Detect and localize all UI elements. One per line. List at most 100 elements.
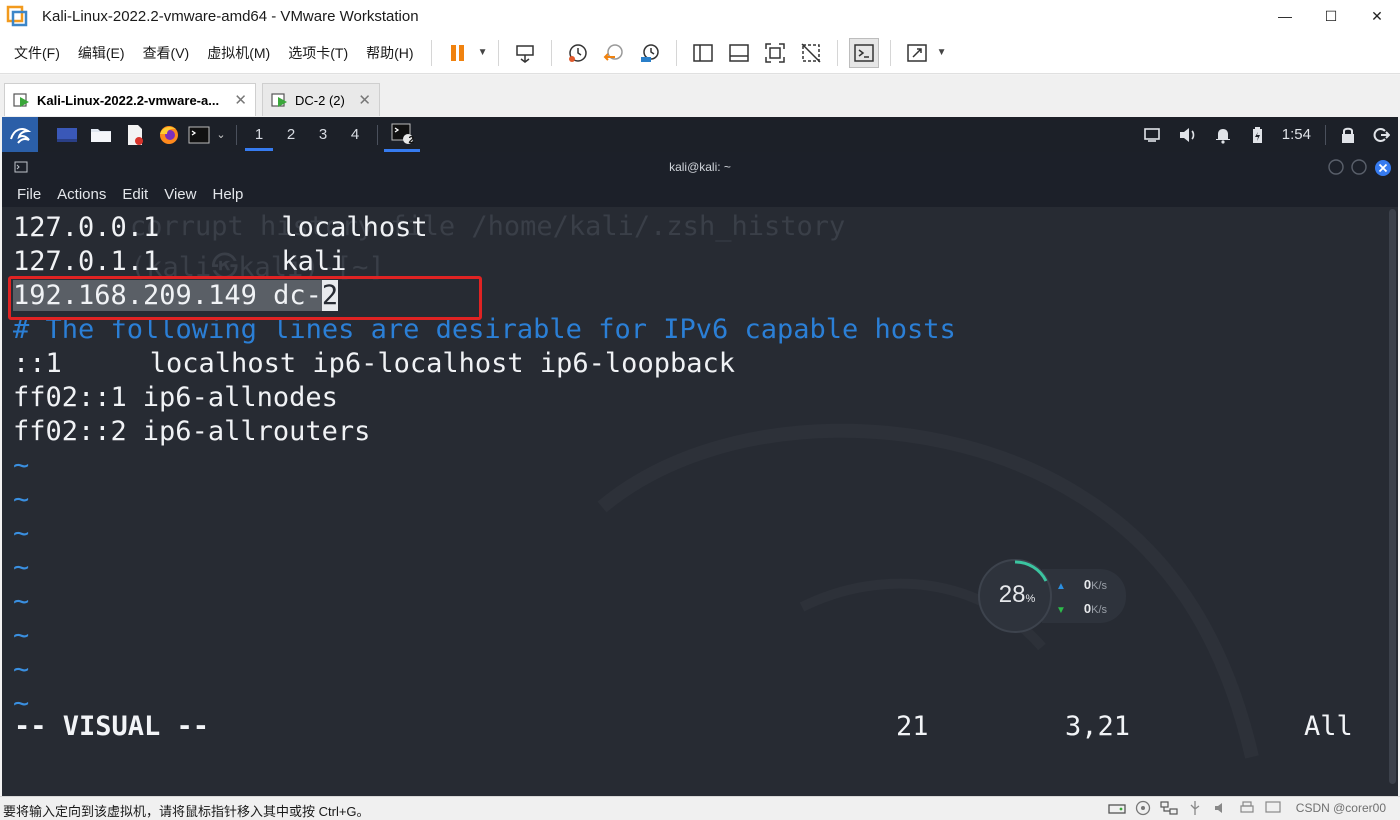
taskbar-terminal-window[interactable]: 2 — [384, 117, 420, 152]
tab-dc-2[interactable]: DC-2 (2) ✕ — [262, 83, 380, 116]
snapshot-button[interactable] — [563, 38, 593, 68]
close-window-button[interactable]: ✕ — [1354, 0, 1400, 32]
menu-view[interactable]: 查看(V) — [134, 43, 199, 63]
network-adapter-icon[interactable] — [1160, 800, 1178, 816]
lock-screen-button[interactable] — [1332, 117, 1364, 152]
file-manager-button[interactable] — [84, 117, 118, 152]
display-settings-button[interactable] — [1134, 117, 1170, 152]
snapshot-manager-button[interactable] — [635, 38, 665, 68]
show-desktop-button[interactable] — [50, 117, 84, 152]
display-icon[interactable] — [1264, 800, 1282, 816]
menubar: 文件(F) 编辑(E) 查看(V) 虚拟机(M) 选项卡(T) 帮助(H) ▼ — [0, 32, 1400, 74]
cd-rom-icon[interactable] — [1134, 800, 1152, 816]
lock-icon — [1342, 127, 1354, 143]
toolbar-divider — [889, 39, 891, 66]
window-titlebar: Kali-Linux-2022.2-vmware-amd64 - VMware … — [0, 0, 1400, 32]
terminal-count-badge: 2 — [408, 135, 414, 146]
close-tab-icon[interactable]: ✕ — [234, 91, 247, 109]
maximize-button[interactable]: ☐ — [1308, 0, 1354, 32]
logout-button[interactable] — [1364, 117, 1398, 152]
menu-file[interactable]: 文件(F) — [0, 43, 69, 63]
terminal-menu-actions[interactable]: Actions — [57, 186, 106, 203]
terminal-body[interactable]: corrupt history file /home/kali/.zsh_his… — [2, 207, 1398, 796]
download-arrow-icon: ▼ — [1056, 605, 1066, 616]
vim-empty-line-tilde: ~ — [13, 620, 30, 651]
power-dropdown-arrow[interactable]: ▼ — [476, 47, 490, 58]
stretch-dropdown-arrow[interactable]: ▼ — [935, 47, 949, 58]
snapshot-clock-icon — [568, 43, 587, 62]
terminal-launcher-button[interactable] — [186, 117, 212, 152]
speaker-icon — [1179, 127, 1195, 142]
hosts-ip: 127.0.1.1 — [13, 246, 160, 277]
terminal-menu-help[interactable]: Help — [212, 186, 243, 203]
console-view-button[interactable] — [848, 37, 879, 68]
close-tab-icon[interactable]: ✕ — [358, 91, 371, 109]
terminal-minimize-button[interactable] — [1328, 159, 1344, 175]
vm-display[interactable]: ⌄ 1 2 3 4 2 1:54 kali@kali: ~ File Actio… — [2, 117, 1398, 796]
vim-empty-line-tilde: ~ — [13, 552, 30, 583]
full-screen-button[interactable] — [760, 38, 790, 68]
send-ctrl-alt-del-button[interactable] — [510, 38, 540, 68]
upload-arrow-icon: ▲ — [1056, 581, 1066, 592]
unity-disabled-icon — [801, 42, 821, 63]
vm-running-icon — [271, 93, 287, 107]
volume-button[interactable] — [1170, 117, 1206, 152]
toolbar-divider — [675, 39, 677, 66]
menu-tabs[interactable]: 选项卡(T) — [279, 43, 357, 63]
notifications-button[interactable] — [1206, 117, 1240, 152]
vim-scroll-indicator: All — [1304, 711, 1353, 742]
vm-tabbar: Kali-Linux-2022.2-vmware-a... ✕ DC-2 (2)… — [0, 75, 1400, 117]
stretch-guest-button[interactable] — [902, 38, 932, 68]
terminal-close-button[interactable] — [1374, 159, 1392, 177]
vim-empty-line-tilde: ~ — [13, 450, 30, 481]
minimize-button[interactable]: — — [1262, 0, 1308, 32]
tab-label: DC-2 (2) — [295, 92, 345, 108]
hosts-line: ::1 localhost ip6-localhost ip6-loopback — [13, 347, 735, 381]
menu-help[interactable]: 帮助(H) — [357, 43, 422, 63]
revert-snapshot-button[interactable] — [599, 38, 629, 68]
firefox-icon — [160, 125, 178, 144]
workspace-2[interactable]: 2 — [275, 117, 307, 152]
show-thumbnail-bar-button[interactable] — [724, 38, 754, 68]
hosts-line: 127.0.0.1 localhost — [13, 211, 428, 245]
bell-icon — [1215, 128, 1230, 144]
terminal-maximize-button[interactable] — [1351, 159, 1367, 175]
workspace-4[interactable]: 4 — [339, 117, 371, 152]
firefox-button[interactable] — [152, 117, 186, 152]
menu-vm[interactable]: 虚拟机(M) — [198, 43, 279, 63]
terminal-menu-file[interactable]: File — [17, 186, 41, 203]
menu-edit[interactable]: 编辑(E) — [69, 43, 134, 63]
stretch-arrows-icon — [906, 43, 927, 62]
tab-kali-linux[interactable]: Kali-Linux-2022.2-vmware-a... ✕ — [4, 83, 256, 116]
text-editor-button[interactable] — [118, 117, 152, 152]
vim-empty-line-tilde: ~ — [13, 484, 30, 515]
vim-empty-line-tilde: ~ — [13, 586, 30, 617]
hosts-ip: ff02::1 — [13, 382, 127, 413]
pause-button[interactable] — [443, 38, 473, 68]
kali-menu-button[interactable] — [2, 117, 38, 152]
text-editor-icon — [128, 124, 143, 145]
vim-mode-indicator: -- VISUAL -- — [14, 711, 210, 742]
console-prompt-icon — [853, 43, 874, 62]
folder-icon — [91, 128, 111, 142]
panel-clock[interactable]: 1:54 — [1282, 126, 1311, 143]
window-title: Kali-Linux-2022.2-vmware-amd64 - VMware … — [42, 7, 419, 25]
printer-icon[interactable] — [1238, 800, 1256, 816]
unity-mode-button[interactable] — [796, 38, 826, 68]
toolbar-divider — [430, 39, 432, 66]
workspace-3[interactable]: 3 — [307, 117, 339, 152]
download-speed: ▼ 0K/s — [1056, 601, 1108, 616]
power-status-button[interactable] — [1240, 117, 1274, 152]
hard-disk-icon[interactable] — [1108, 800, 1126, 816]
sound-card-icon[interactable] — [1212, 800, 1230, 816]
usb-device-icon[interactable] — [1186, 800, 1204, 816]
workspace-1[interactable]: 1 — [243, 117, 275, 152]
terminal-menu-edit[interactable]: Edit — [122, 186, 148, 203]
show-library-button[interactable] — [688, 38, 718, 68]
battery-icon — [1252, 126, 1262, 143]
cpu-usage-gauge[interactable]: 28% — [978, 559, 1052, 633]
toolbar-divider — [497, 39, 499, 66]
terminal-menu-view[interactable]: View — [164, 186, 196, 203]
terminal-scrollbar[interactable] — [1389, 209, 1396, 784]
chevron-down-icon[interactable]: ⌄ — [212, 117, 230, 152]
